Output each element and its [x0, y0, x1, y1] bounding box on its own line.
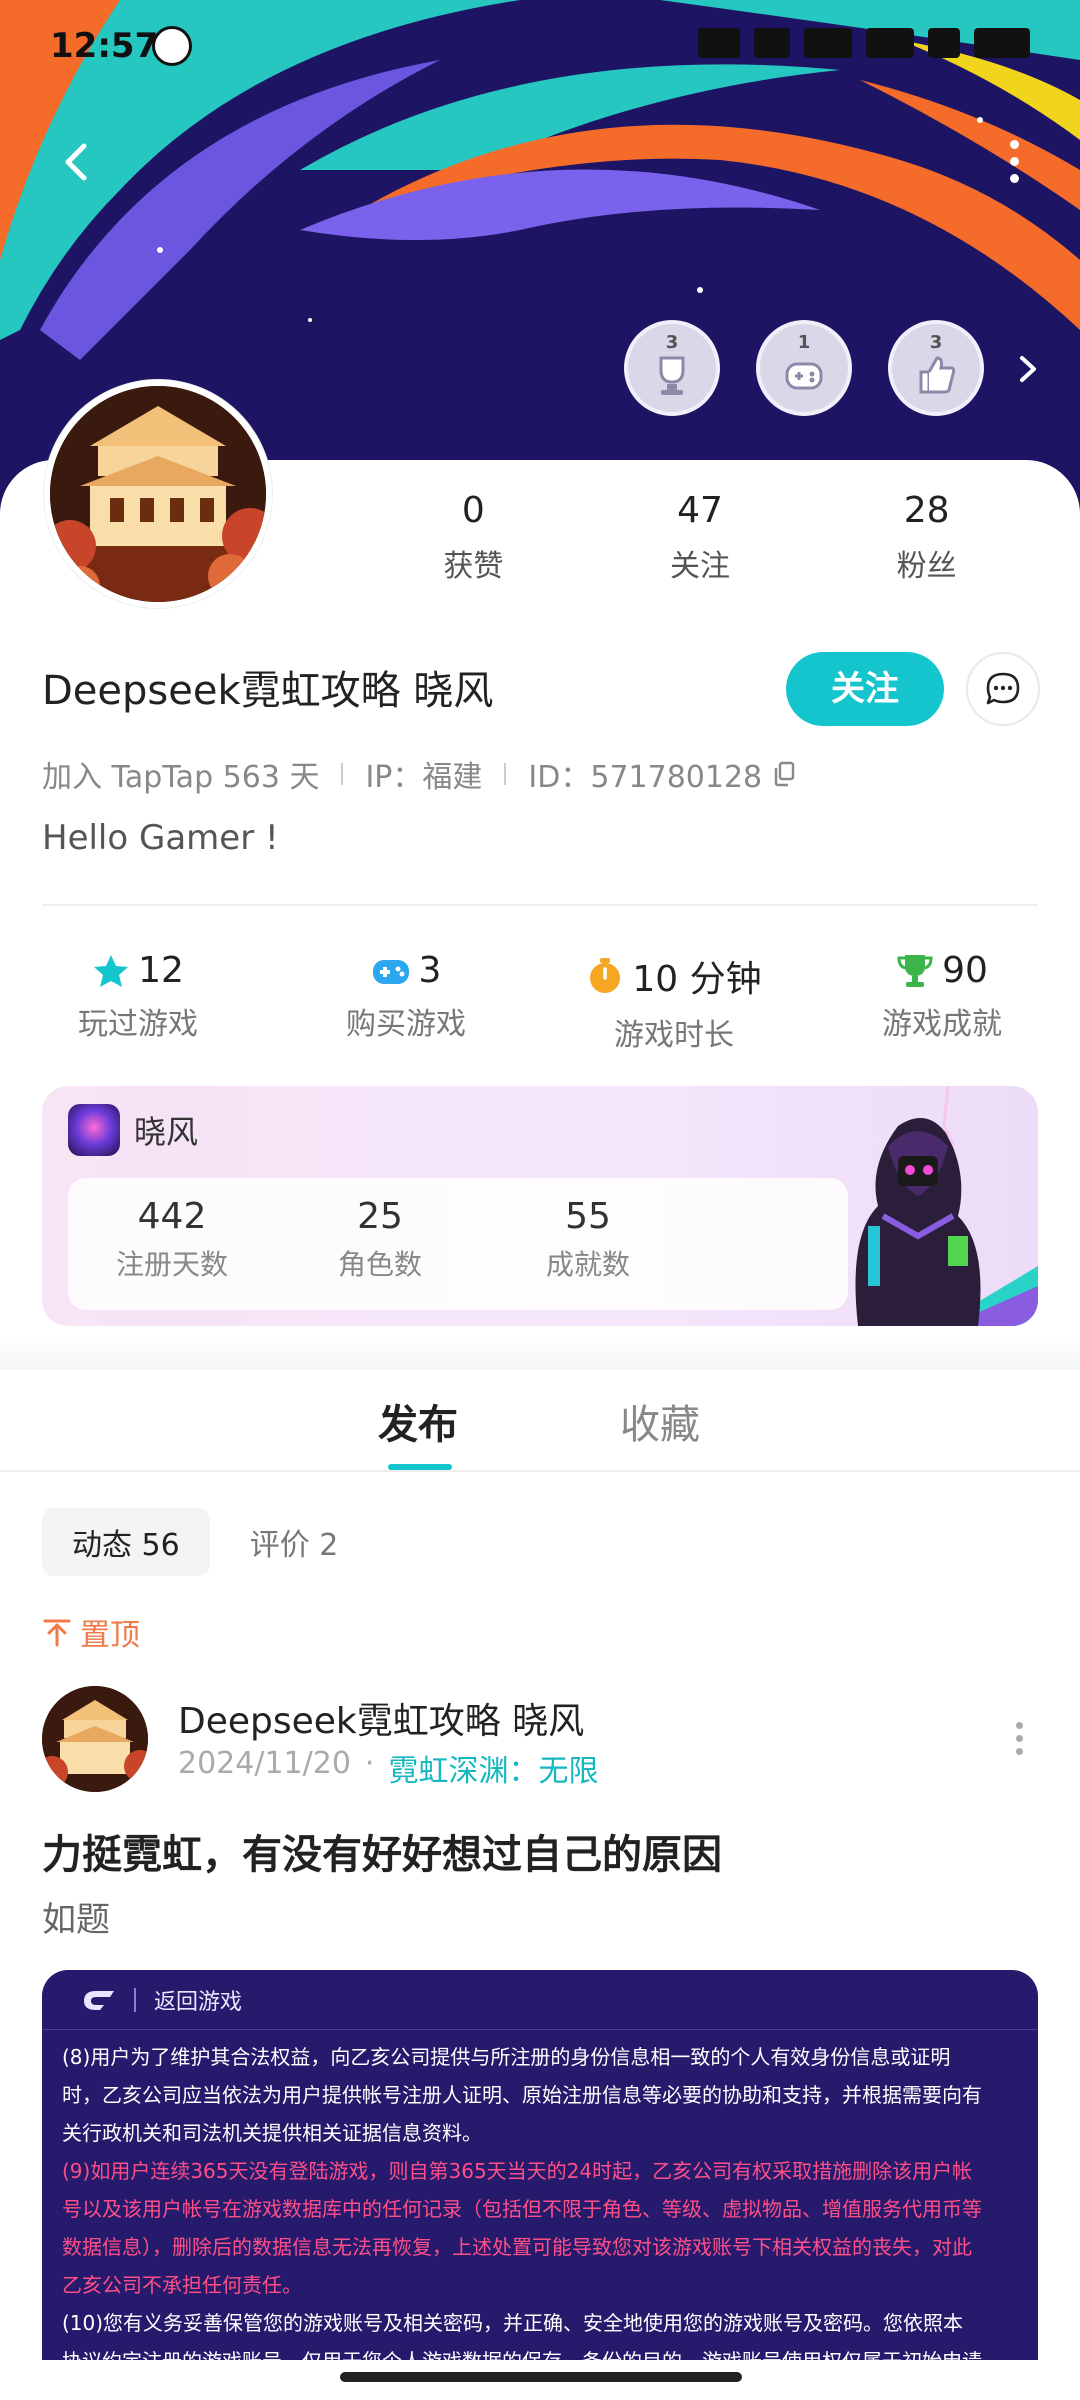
signal-icon-2 [866, 28, 914, 58]
game-card-stats: 442 注册天数 25 角色数 55 成就数 [68, 1178, 848, 1310]
section-gap [0, 1340, 1080, 1370]
badge-list[interactable]: 3 1 3 [624, 320, 984, 416]
chat-bubble-icon [986, 672, 1020, 705]
stat-followers[interactable]: 28 粉丝 [813, 490, 1040, 585]
divider [42, 904, 1038, 906]
stat-purchased-games[interactable]: 3 购买游戏 [272, 950, 540, 1054]
copy-icon[interactable] [772, 761, 796, 787]
subtab-reviews[interactable]: 评价 2 [250, 1508, 369, 1576]
post-author-name[interactable]: Deepseek霓虹攻略 晓风 [178, 1692, 584, 1744]
game-stats: 12 玩过游戏 3 购买游戏 10 分钟 游戏时长 90 游戏成就 [0, 950, 1080, 1054]
post-author-avatar[interactable] [42, 1686, 148, 1792]
post-image-line: 协议约定注册的游戏账号，仅用于您个人游戏数据的保存、备份的目的。游戏账号使用权仅… [62, 2342, 1008, 2360]
meta-separator [504, 763, 507, 785]
avatar[interactable] [44, 380, 272, 608]
game-character-illustration [855, 1086, 1038, 1326]
stat-play-time[interactable]: 10 分钟 游戏时长 [540, 950, 808, 1054]
content-tabs: 发布 收藏 [0, 1372, 1080, 1472]
chevron-right-icon[interactable] [1016, 352, 1040, 386]
trophy-icon [897, 954, 933, 987]
post-meta: 2024/11/20 · 霓虹深渊：无限 [178, 1746, 598, 1790]
thumbs-up-icon [919, 356, 956, 394]
game-icon [68, 1104, 120, 1156]
ip-location: IP：福建 [365, 760, 483, 795]
meta-separator [341, 763, 344, 785]
stat-following[interactable]: 47 关注 [587, 490, 814, 585]
star-icon [94, 954, 129, 987]
battery-icon [974, 28, 1030, 58]
game-record-card[interactable]: 晓风 442 注册天数 25 角色数 55 成就数 [42, 1086, 1038, 1326]
stat-likes[interactable]: 0 获赞 [360, 490, 587, 585]
tab-favorites[interactable]: 收藏 [620, 1392, 700, 1450]
post-image-back-label: 返回游戏 [154, 1989, 243, 2015]
game-stat-characters: 25 角色数 [337, 1196, 422, 1281]
status-indicators [698, 28, 1030, 58]
post-image-line: (8)用户为了维护其合法权益，向乙亥公司提供与所注册的身份信息相一致的个人有效身… [62, 2045, 951, 2069]
social-stats: 0 获赞 47 关注 28 粉丝 [360, 490, 1040, 585]
active-tab-indicator [388, 1464, 452, 1470]
follow-button[interactable]: 关注 [786, 652, 944, 726]
hd-icon [754, 28, 790, 58]
gamepad-icon [372, 959, 409, 984]
avatar-image [50, 386, 266, 602]
post-image-line: (10)您有义务妥善保管您的游戏账号及相关密码，并正确、安全地使用您的游戏账号及… [62, 2311, 964, 2335]
post-image-line: 号以及该用户帐号在游戏数据库中的任何记录（包括但不限于角色、等级、虚拟物品、增值… [62, 2197, 982, 2221]
meta-dot: · [364, 1746, 375, 1781]
badge-likes[interactable]: 3 [888, 320, 984, 416]
badge-games[interactable]: 1 [756, 320, 852, 416]
game-stat-days: 442 注册天数 [115, 1196, 228, 1281]
post-more-button[interactable] [1012, 1722, 1026, 1762]
network-speed-icon [698, 28, 740, 58]
stat-achievements[interactable]: 90 游戏成就 [808, 950, 1076, 1054]
post-image-line: 数据信息），删除后的数据信息无法再恢复，上述处置可能导致您对该游戏账号下相关权益… [62, 2235, 972, 2259]
post-image-header: 返回游戏 [42, 1970, 1038, 2030]
home-indicator[interactable] [340, 2372, 742, 2382]
user-name: Deepseek霓虹攻略 晓风 [42, 668, 494, 714]
sub-tabs: 动态 56 评价 2 [42, 1508, 368, 1576]
status-bar: 12:57 [0, 0, 1080, 96]
post-image-line: 时，乙亥公司应当依法为用户提供帐号注册人证明、原始注册信息等必要的协助和支持，并… [62, 2083, 982, 2107]
back-button[interactable] [48, 132, 108, 192]
trophy-icon [659, 356, 685, 395]
game-stat-achievements: 55 成就数 [545, 1196, 630, 1281]
joined-days: 加入 TapTap 563 天 [42, 760, 320, 795]
pinned-label: 置顶 [42, 1610, 140, 1654]
profile-meta: 加入 TapTap 563 天 IP：福建 ID：571780128 [42, 752, 796, 796]
signal-icon [804, 28, 852, 58]
header-separator [134, 1987, 136, 2012]
subtab-moments[interactable]: 动态 56 [42, 1508, 210, 1576]
post-image-line: 乙亥公司不承担任何责任。 [62, 2273, 302, 2297]
wifi-icon [928, 28, 960, 58]
post-image-text: (8)用户为了维护其合法权益，向乙亥公司提供与所注册的身份信息相一致的个人有效身… [42, 2030, 1038, 2360]
message-button[interactable] [966, 652, 1040, 726]
post-avatar-image [42, 1686, 148, 1792]
post-image-line: (9)如用户连续365天没有登陆游戏，则自第365天当天的24时起，乙亥公司有权… [62, 2159, 973, 2183]
taptap-logo-icon [84, 1990, 114, 2010]
status-time: 12:57 [50, 26, 159, 66]
more-options-button[interactable] [1002, 140, 1026, 184]
post-body: 如题 [42, 1900, 110, 1940]
gamepad-icon [785, 362, 823, 390]
badge-achievement[interactable]: 3 [624, 320, 720, 416]
post-image-line: 关行政机关和司法机关提供相关证据信息资料。 [62, 2121, 482, 2145]
stopwatch-icon [590, 958, 621, 993]
post-game-link[interactable]: 霓虹深渊：无限 [388, 1746, 598, 1790]
stat-played-games[interactable]: 12 玩过游戏 [4, 950, 272, 1054]
game-card-header: 晓风 [68, 1104, 198, 1156]
post-title[interactable]: 力挺霓虹，有没有好好想过自己的原因 [42, 1822, 722, 1880]
bio: Hello Gamer ! [42, 818, 279, 858]
chevron-left-icon [65, 143, 87, 181]
qq-icon [152, 26, 192, 66]
tab-posts[interactable]: 发布 [378, 1392, 458, 1450]
user-id: ID：571780128 [528, 760, 763, 795]
post-image[interactable]: 返回游戏 (8)用户为了维护其合法权益，向乙亥公司提供与所注册的身份信息相一致的… [42, 1970, 1038, 2360]
pin-top-icon [43, 1619, 71, 1647]
post-date: 2024/11/20 [178, 1746, 351, 1781]
game-card-title: 晓风 [134, 1113, 199, 1151]
